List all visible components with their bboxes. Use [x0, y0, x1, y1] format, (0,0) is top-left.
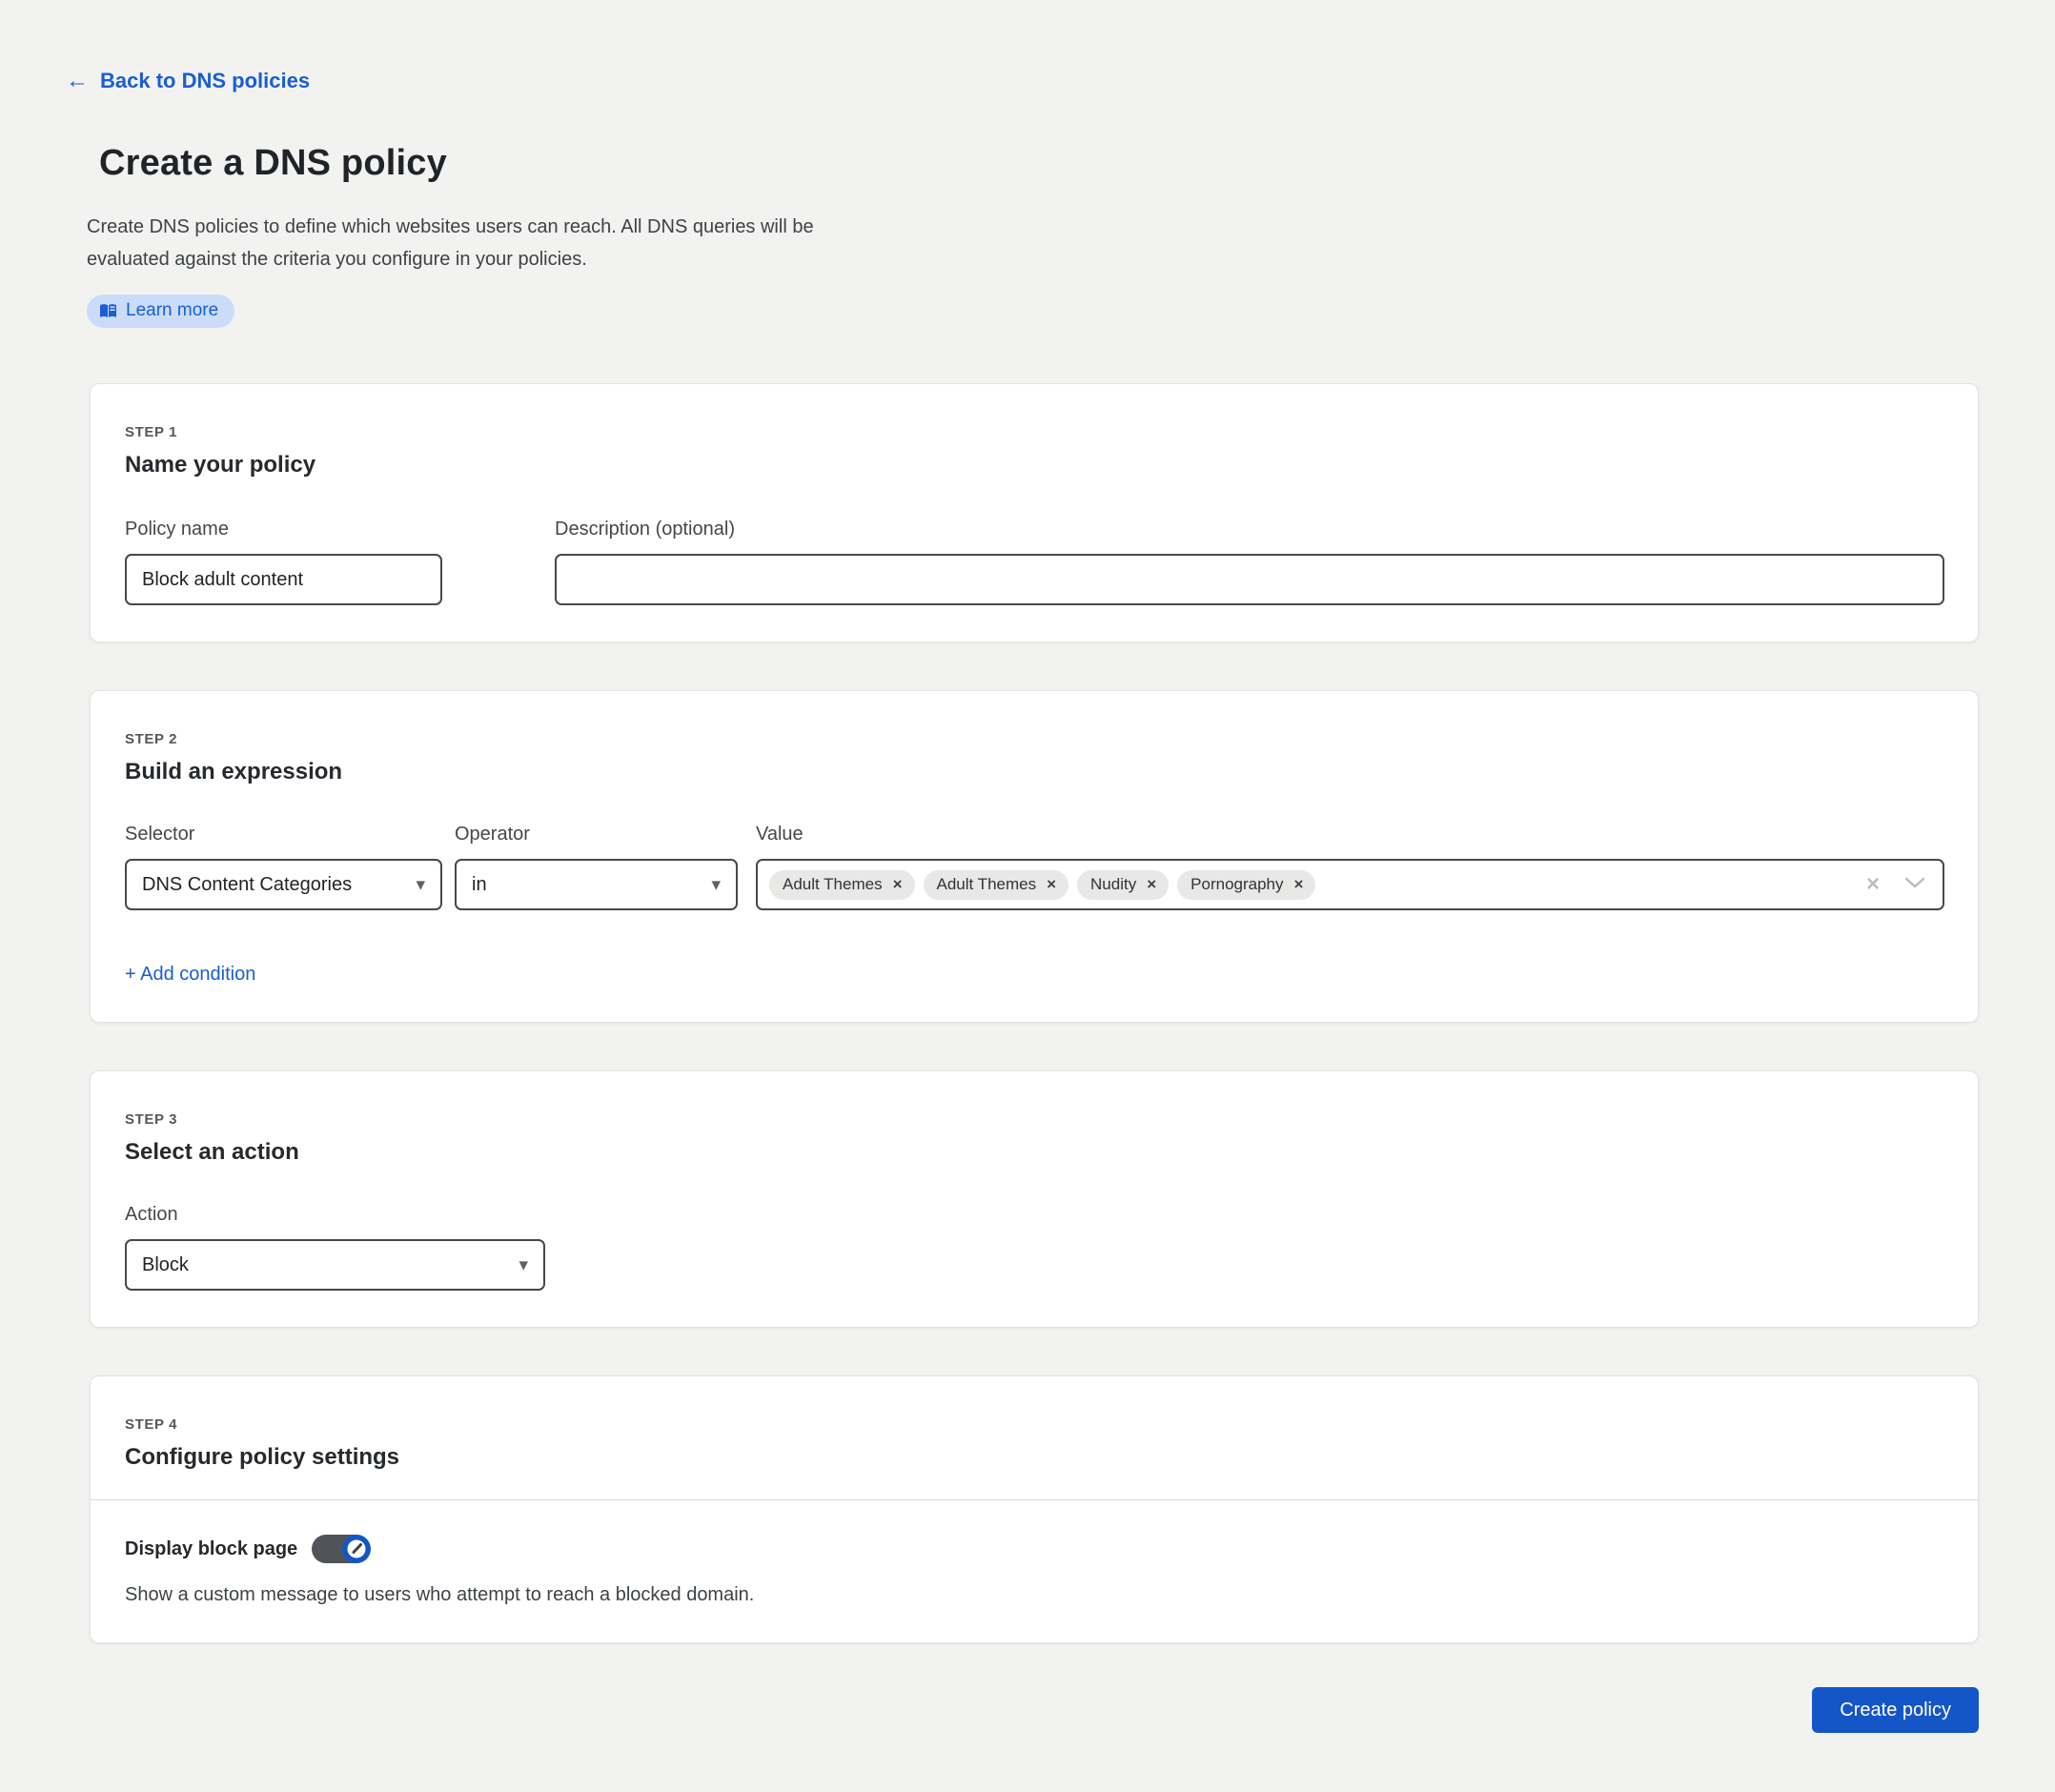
value-tag-label: Nudity [1090, 875, 1136, 894]
action-dropdown[interactable]: Block ▾ [125, 1239, 545, 1291]
value-tags: Adult Themes×Adult Themes×Nudity×Pornogr… [769, 870, 1866, 900]
step2-card: STEP 2 Build an expression Selector DNS … [90, 690, 1979, 1023]
step2-eyebrow: STEP 2 [125, 731, 1944, 747]
chevron-down-icon: ▾ [416, 876, 425, 894]
clear-all-icon[interactable]: × [1866, 873, 1880, 896]
value-label: Value [756, 824, 1944, 845]
chevron-down-icon: ▾ [711, 876, 721, 894]
step4-card: STEP 4 Configure policy settings Display… [90, 1375, 1979, 1643]
operator-value: in [472, 874, 487, 896]
value-tag-label: Adult Themes [937, 875, 1037, 894]
step3-eyebrow: STEP 3 [125, 1111, 1944, 1128]
step2-title: Build an expression [125, 759, 1944, 785]
value-multiselect[interactable]: Adult Themes×Adult Themes×Nudity×Pornogr… [756, 859, 1944, 910]
tag-remove-icon[interactable]: × [1147, 876, 1156, 892]
back-link-label: Back to DNS policies [100, 69, 310, 93]
tag-remove-icon[interactable]: × [1047, 876, 1056, 892]
description-input[interactable] [555, 554, 1944, 605]
step4-title: Configure policy settings [125, 1444, 1944, 1471]
step1-card: STEP 1 Name your policy Policy name Desc… [90, 383, 1979, 642]
learn-more-button[interactable]: Learn more [87, 295, 234, 328]
tag-remove-icon[interactable]: × [893, 876, 903, 892]
add-condition-link[interactable]: + Add condition [125, 964, 255, 986]
description-field-group: Description (optional) [555, 519, 1944, 605]
operator-label: Operator [455, 824, 738, 845]
step1-title: Name your policy [125, 452, 1944, 479]
selector-dropdown[interactable]: DNS Content Categories ▾ [125, 859, 442, 910]
policy-name-input[interactable] [125, 554, 442, 605]
selector-value: DNS Content Categories [142, 874, 352, 896]
value-tag: Nudity × [1077, 870, 1169, 900]
page-title: Create a DNS policy [99, 143, 1979, 184]
policy-name-label: Policy name [125, 519, 442, 540]
action-field-group: Action Block ▾ [125, 1204, 545, 1291]
description-label: Description (optional) [555, 519, 1944, 540]
create-dns-policy-page: ← Back to DNS policies Create a DNS poli… [0, 0, 2055, 1733]
learn-more-label: Learn more [126, 300, 218, 321]
action-label: Action [125, 1204, 545, 1226]
section-divider [91, 1499, 1978, 1500]
value-tag: Pornography × [1177, 870, 1315, 900]
toggle-knob-icon [341, 1534, 372, 1564]
step3-card: STEP 3 Select an action Action Block ▾ [90, 1070, 1979, 1328]
display-block-page-label: Display block page [125, 1538, 297, 1560]
value-field-group: Value Adult Themes×Adult Themes×Nudity×P… [756, 824, 1944, 910]
value-tag-label: Pornography [1190, 875, 1283, 894]
step3-title: Select an action [125, 1139, 1944, 1166]
tag-remove-icon[interactable]: × [1294, 876, 1304, 892]
step4-eyebrow: STEP 4 [125, 1416, 1944, 1433]
chevron-down-icon: ▾ [519, 1256, 528, 1274]
policy-name-field-group: Policy name [125, 519, 442, 605]
back-arrow-icon: ← [66, 70, 89, 92]
create-policy-button[interactable]: Create policy [1812, 1687, 1979, 1733]
operator-field-group: Operator in ▾ [455, 824, 738, 910]
back-to-dns-policies-link[interactable]: ← Back to DNS policies [66, 69, 310, 93]
action-value: Block [142, 1254, 189, 1276]
value-tag: Adult Themes × [924, 870, 1069, 900]
selector-field-group: Selector DNS Content Categories ▾ [125, 824, 442, 910]
page-description: Create DNS policies to define which webs… [87, 211, 895, 275]
operator-dropdown[interactable]: in ▾ [455, 859, 738, 910]
display-block-page-description: Show a custom message to users who attem… [125, 1584, 1944, 1606]
step1-eyebrow: STEP 1 [125, 424, 1944, 440]
chevron-down-icon[interactable] [1904, 876, 1925, 894]
value-tag-label: Adult Themes [783, 875, 883, 894]
value-tag: Adult Themes × [769, 870, 915, 900]
book-icon [99, 303, 117, 319]
display-block-page-toggle[interactable] [312, 1535, 370, 1563]
selector-label: Selector [125, 824, 442, 845]
